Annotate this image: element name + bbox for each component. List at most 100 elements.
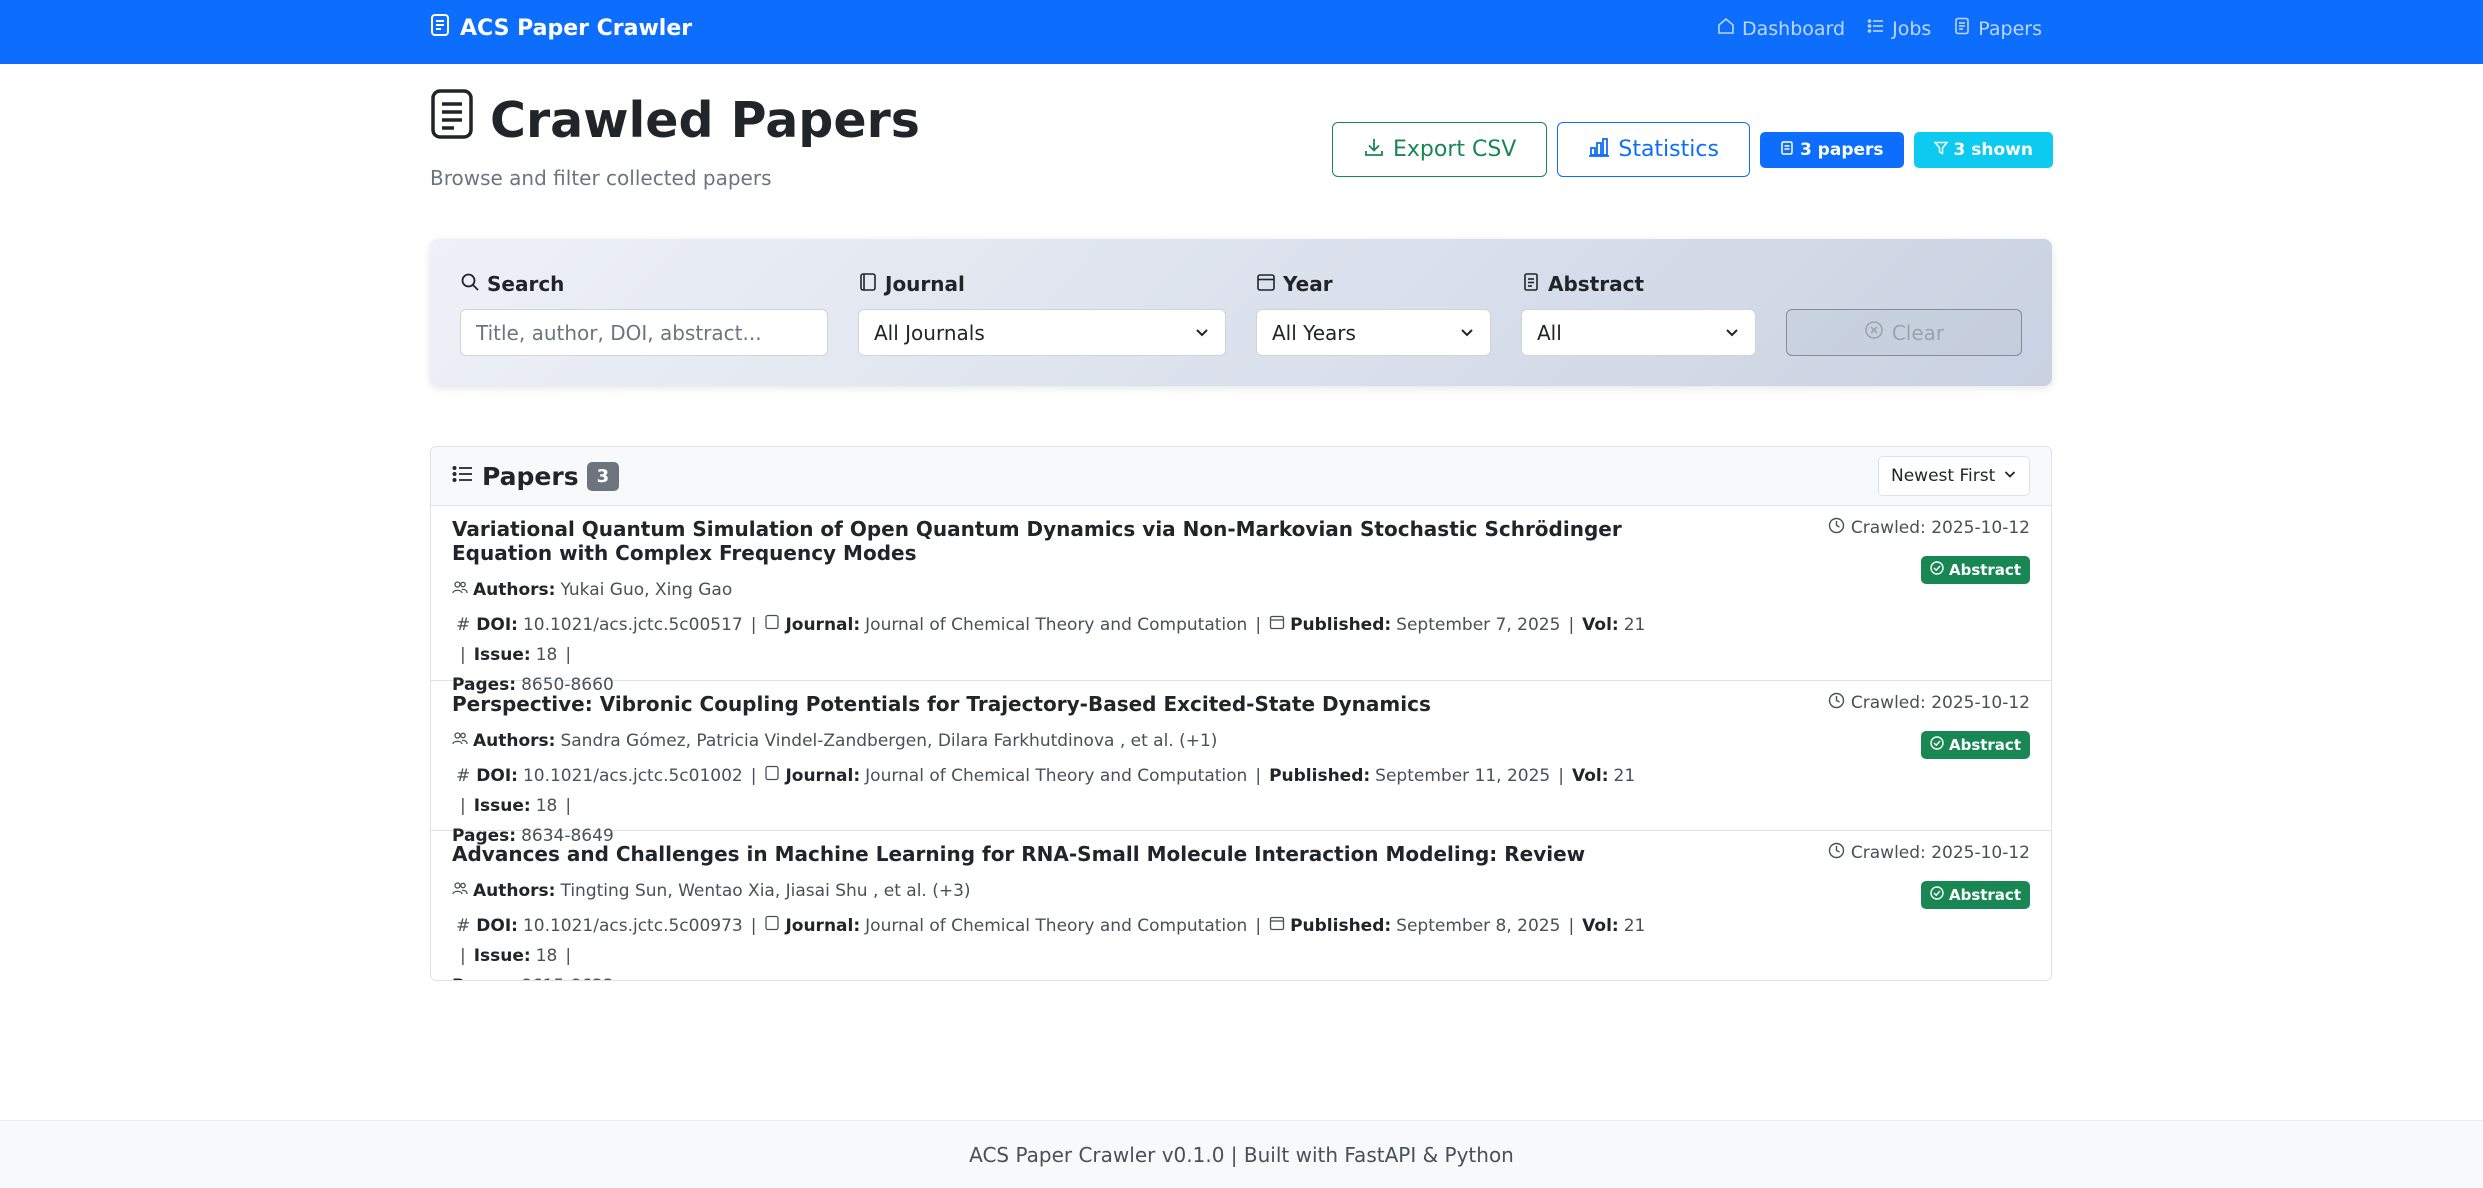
shown-count-badge: 3 shown [1913,131,2053,168]
journal-filter-label: Journal [858,271,1226,297]
year-filter: Year All Years [1256,271,1491,356]
footer: ACS Paper Crawler v0.1.0 | Built with Fa… [0,1120,2483,1188]
file-text-icon [430,13,450,43]
papers-heading-text: Papers [482,461,579,491]
page-title: Crawled Papers [430,88,920,152]
check-circle-icon [1930,561,1944,579]
published-label: Published: [1290,615,1392,635]
people-icon [452,575,473,605]
sort-select-value: Newest First [1891,466,1996,486]
house-icon [1717,17,1735,40]
doi-label: DOI: [476,916,518,936]
authors-label: Authors: [473,731,556,751]
separator: | [750,615,757,635]
bar-chart-icon [1588,136,1610,164]
paper-authors: Authors: Tingting Sun, Wentao Xia, Jiasa… [452,876,2030,906]
issue-label: Issue: [473,796,531,816]
separator: | [1255,766,1262,786]
abstract-badge: Abstract [1920,881,2030,909]
abstract-badge-text: Abstract [1948,736,2021,754]
hash-icon: # [456,916,471,936]
check-circle-icon [1930,736,1944,754]
nav-link-dashboard-label: Dashboard [1742,17,1846,40]
nav-link-dashboard[interactable]: Dashboard [1717,17,1845,40]
abstract-select[interactable]: All [1521,309,1756,356]
paper-title[interactable]: Perspective: Vibronic Coupling Potential… [452,692,1642,716]
x-circle-icon [1864,320,1884,345]
separator: | [1568,916,1575,936]
check-circle-icon [1930,886,1944,904]
issue-value: 18 [535,645,558,665]
shown-count-text: 3 shown [1953,139,2033,160]
journal-select-value: All Journals [874,320,985,345]
hash-icon: # [456,615,471,635]
doi-label: DOI: [476,766,518,786]
journal-value: Journal of Chemical Theory and Computati… [865,766,1248,786]
sort-select[interactable]: Newest First [1878,456,2030,496]
authors-label: Authors: [473,881,556,901]
clear-filters-label: Clear [1891,320,1945,345]
clear-filters-button[interactable]: Clear [1786,309,2022,356]
paper-row[interactable]: Advances and Challenges in Machine Learn… [431,831,2051,980]
page-header: Crawled Papers Browse and filter collect… [430,88,920,190]
paper-row[interactable]: Perspective: Vibronic Coupling Potential… [431,681,2051,846]
vol-label: Vol: [1582,916,1619,936]
authors-label: Authors: [473,580,556,600]
paper-row[interactable]: Variational Quantum Simulation of Open Q… [431,506,2051,695]
crawled-date: Crawled: 2025-10-12 [1828,517,2030,539]
clock-icon [1828,842,1845,864]
vol-value: 21 [1623,916,1646,936]
separator: | [565,946,572,966]
file-icon [1780,140,1794,160]
search-filter: Search Title, author, DOI, abstract... [460,271,828,356]
authors-value: Sandra Gómez, Patricia Vindel-Zandbergen… [560,731,1218,751]
export-csv-button[interactable]: Export CSV [1331,122,1548,177]
abstract-filter: Abstract All [1521,271,1756,356]
separator: | [1568,615,1575,635]
journal-label: Journal: [785,766,861,786]
separator: | [1558,766,1564,786]
abstract-badge: Abstract [1920,731,2030,759]
page-subtitle: Browse and filter collected papers [430,166,772,190]
journal-label: Journal: [785,916,861,936]
search-label-text: Search [487,272,565,296]
abstract-select-value: All [1537,320,1562,345]
vol-value: 21 [1623,615,1646,635]
year-label-text: Year [1283,272,1333,296]
issue-value: 18 [535,946,558,966]
papers-card: Papers 3 Newest First Variational Quantu… [430,446,2052,981]
published-value: September 8, 2025 [1396,916,1561,936]
journal-label-text: Journal [885,272,965,296]
abstract-label-text: Abstract [1548,272,1645,296]
year-select[interactable]: All Years [1256,309,1491,356]
published-label: Published: [1290,916,1392,936]
nav-link-jobs[interactable]: Jobs [1867,17,1931,40]
calendar-icon [1269,610,1290,640]
separator: | [565,796,572,816]
journal-select[interactable]: All Journals [858,309,1226,356]
brand-link[interactable]: ACS Paper Crawler [430,13,692,43]
separator: | [565,645,572,665]
list-icon [1867,17,1885,40]
search-input[interactable]: Title, author, DOI, abstract... [460,309,828,356]
journal-value: Journal of Chemical Theory and Computati… [865,615,1248,635]
file-text-icon [1521,272,1541,297]
published-label: Published: [1269,766,1371,786]
doi-label: DOI: [476,615,518,635]
abstract-badge-text: Abstract [1948,561,2021,579]
paper-authors: Authors: Sandra Gómez, Patricia Vindel-Z… [452,726,2030,756]
paper-title[interactable]: Variational Quantum Simulation of Open Q… [452,517,1642,565]
abstract-badge: Abstract [1920,556,2030,584]
journal-icon [764,761,785,791]
published-value: September 11, 2025 [1375,766,1551,786]
separator: | [460,946,466,966]
chevron-down-icon [1724,321,1740,345]
year-select-value: All Years [1272,320,1356,345]
nav-link-papers[interactable]: Papers [1953,17,2042,40]
paper-title[interactable]: Advances and Challenges in Machine Learn… [452,842,1642,866]
page-title-text: Crawled Papers [490,91,920,149]
paper-metadata: # DOI: 10.1021/acs.jctc.5c00973 | Journa… [452,911,1652,980]
separator: | [460,796,466,816]
statistics-button[interactable]: Statistics [1557,122,1750,177]
journal-icon [764,911,785,941]
